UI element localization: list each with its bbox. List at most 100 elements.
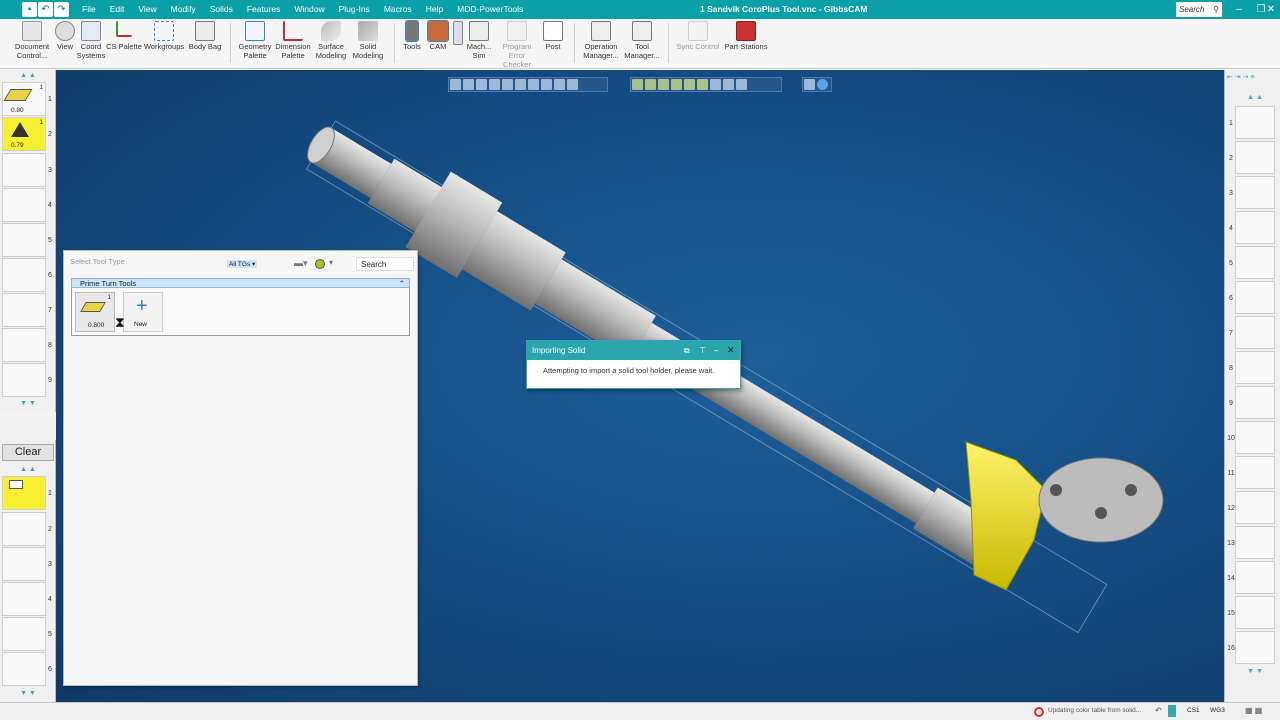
tool-slot-7[interactable] [2, 293, 46, 327]
process-slot-2[interactable] [2, 512, 46, 546]
menu-macros[interactable]: Macros [377, 0, 419, 19]
surface-modeling-button[interactable]: Surface Modeling [312, 21, 350, 60]
station-slot[interactable] [1235, 176, 1275, 209]
menu-edit[interactable]: Edit [103, 0, 132, 19]
scroll-up-icon[interactable]: ▲ ▲ [2, 466, 54, 474]
process-slot-4[interactable] [2, 582, 46, 616]
tool-badge: 1 [39, 84, 43, 91]
cs-indicator[interactable]: CS1 [1187, 707, 1200, 714]
solid-modeling-button[interactable]: Solid Modeling [350, 21, 386, 60]
station-slot[interactable] [1235, 386, 1275, 419]
menu-solids[interactable]: Solids [203, 0, 240, 19]
add-circle-icon[interactable] [315, 259, 325, 269]
expand-icon[interactable]: ⇤ ⇥ ⇢ ≡ [1227, 73, 1255, 81]
program-error-checker-button[interactable]: Program Error Checker [494, 21, 540, 69]
post-button[interactable]: Post [540, 21, 566, 51]
cam-extras-button[interactable] [452, 21, 464, 46]
mach-sim-button[interactable]: Mach... Sim [464, 21, 494, 60]
station-slot[interactable] [1235, 211, 1275, 244]
tg-filter-value: All TGs [229, 261, 251, 268]
wg-indicator[interactable]: WG3 [1210, 707, 1225, 714]
collapse-icon[interactable]: ⌃ [399, 279, 405, 288]
save-icon[interactable]: ▪ [22, 2, 37, 17]
hourglass-cursor-icon: ⧗ [115, 314, 125, 330]
tool-slot-2[interactable]: 1 0.79 [2, 117, 46, 151]
scroll-down-icon[interactable]: ▼ ▼ [2, 400, 54, 408]
dimension-palette-button[interactable]: Dimension Palette [274, 21, 312, 60]
tool-slot-9[interactable] [2, 363, 46, 397]
body-bag-button[interactable]: Body Bag [186, 21, 224, 51]
cs-palette-button[interactable]: CS Palette [106, 21, 142, 51]
undo-icon[interactable]: ↶ [1155, 706, 1162, 715]
stop-icon[interactable] [1034, 707, 1044, 717]
document-control-button[interactable]: Document Control... [10, 21, 54, 60]
station-slot[interactable] [1235, 106, 1275, 139]
part-stations-button[interactable]: Part Stations [722, 21, 770, 51]
menu-help[interactable]: Help [419, 0, 450, 19]
scroll-down-icon[interactable]: ▼ ▼ [2, 690, 54, 698]
station-slot[interactable] [1235, 491, 1275, 524]
operation-manager-button[interactable]: Operation Manager... [580, 21, 622, 60]
tool-slot-5[interactable] [2, 223, 46, 257]
dropdown-arrow-icon[interactable]: ▾ [329, 258, 333, 267]
new-tool-button[interactable]: + New [123, 292, 163, 332]
search-input[interactable]: Search ⚲ [1176, 2, 1222, 17]
process-slot-6[interactable] [2, 652, 46, 686]
close-icon[interactable]: ✕ [727, 341, 735, 360]
redo-icon[interactable]: ↷ [54, 2, 69, 17]
station-slot[interactable] [1235, 631, 1275, 664]
menu-view[interactable]: View [131, 0, 163, 19]
minimize-button[interactable]: – [1228, 0, 1250, 19]
tool-search-input[interactable]: Search [356, 257, 414, 271]
process-slot-5[interactable] [2, 617, 46, 651]
menu-window[interactable]: Window [287, 0, 331, 19]
folder-icon[interactable]: ▬▾ [294, 258, 308, 269]
menu-plugins[interactable]: Plug-Ins [332, 0, 377, 19]
tool-slot-8[interactable] [2, 328, 46, 362]
tg-filter-dropdown[interactable]: All TGs ▾ [227, 260, 258, 268]
tools-button[interactable]: Tools [400, 20, 424, 51]
scroll-up-icon[interactable]: ▲ ▲ [2, 72, 54, 80]
cam-button[interactable]: CAM [426, 20, 450, 51]
menu-features[interactable]: Features [240, 0, 288, 19]
close-button[interactable]: ✕ [1262, 0, 1280, 19]
grid-icon[interactable]: ▦ ▦ [1245, 706, 1262, 715]
station-slot[interactable] [1235, 246, 1275, 279]
undo-icon[interactable]: ↶ [38, 2, 53, 17]
tool-slot-6[interactable] [2, 258, 46, 292]
station-slot[interactable] [1235, 526, 1275, 559]
geometry-palette-button[interactable]: Geometry Palette [236, 21, 274, 60]
dialog-titlebar[interactable]: Importing Solid ⧉ ⊤ – ✕ [527, 341, 740, 360]
process-slot-1[interactable] [2, 476, 46, 510]
trash-icon[interactable] [1168, 705, 1176, 717]
tool-manager-button[interactable]: Tool Manager... [622, 21, 662, 60]
clear-button[interactable]: Clear [2, 444, 54, 461]
restore-icon[interactable]: ⧉ [684, 341, 690, 360]
station-slot[interactable] [1235, 421, 1275, 454]
tool-slot-1[interactable]: 1 0.80 [2, 82, 46, 116]
station-slot[interactable] [1235, 316, 1275, 349]
workgroups-button[interactable]: Workgroups [142, 21, 186, 51]
process-slot-3[interactable] [2, 547, 46, 581]
station-slot[interactable] [1235, 596, 1275, 629]
station-slot[interactable] [1235, 456, 1275, 489]
minimize-icon[interactable]: – [714, 341, 718, 360]
menu-mdd-powertools[interactable]: MDD-PowerTools [450, 0, 530, 19]
tool-slot-4[interactable] [2, 188, 46, 222]
scroll-up-icon[interactable]: ▲ ▲ [1235, 94, 1275, 101]
pin-icon[interactable]: ⊤ [699, 341, 706, 360]
scroll-down-icon[interactable]: ▼ ▼ [1235, 668, 1275, 675]
station-slot[interactable] [1235, 351, 1275, 384]
tool-tile[interactable]: 1 0.800 [75, 292, 115, 332]
station-slot[interactable] [1235, 281, 1275, 314]
tool-slot-3[interactable] [2, 153, 46, 187]
view-button[interactable]: View [54, 21, 76, 51]
station-slot[interactable] [1235, 561, 1275, 594]
sync-control-button[interactable]: Sync Control [674, 21, 722, 51]
post-label: Post [545, 42, 561, 51]
menu-file[interactable]: File [75, 0, 103, 19]
menu-modify[interactable]: Modify [164, 0, 203, 19]
group-header[interactable]: Prime Turn Tools ⌃ [71, 278, 410, 288]
station-slot[interactable] [1235, 141, 1275, 174]
coord-systems-button[interactable]: Coord Systems [76, 21, 106, 60]
